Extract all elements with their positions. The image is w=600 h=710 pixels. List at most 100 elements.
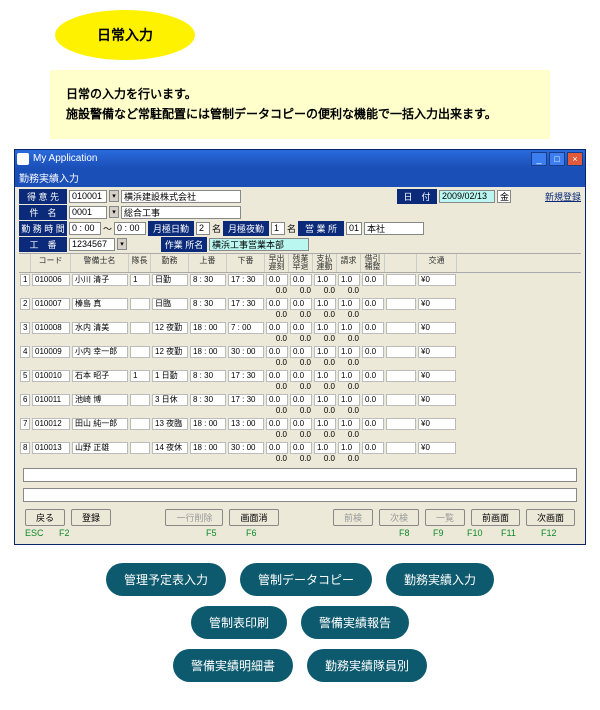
seikyu-cell[interactable]: 1.0 <box>338 370 360 382</box>
kinmu-cell[interactable]: 3 日休 <box>152 394 188 406</box>
taicho-cell[interactable]: 1 <box>130 274 150 286</box>
maximize-button[interactable]: □ <box>549 152 565 166</box>
new-register-link[interactable]: 新規登録 <box>545 190 581 203</box>
zangyo-cell[interactable]: 0.0 <box>290 274 312 286</box>
pill-kansei-copy[interactable]: 管制データコピー <box>240 563 372 596</box>
hayade-cell[interactable]: 0.0 <box>266 346 288 358</box>
code-cell[interactable]: 010009 <box>32 346 70 358</box>
ukehiki-cell[interactable]: 0.0 <box>362 298 384 310</box>
fld-koban[interactable]: 1234567 <box>69 238 115 251</box>
koutsu-cell[interactable]: ¥0 <box>418 394 456 406</box>
pill-keibi-meisai[interactable]: 警備実績明細書 <box>173 649 293 682</box>
zangyo-cell[interactable]: 0.0 <box>290 418 312 430</box>
code-cell[interactable]: 010012 <box>32 418 70 430</box>
ge-cell[interactable]: 13 : 00 <box>228 418 264 430</box>
ukehiki-cell[interactable]: 0.0 <box>362 370 384 382</box>
ge-cell[interactable]: 17 : 30 <box>228 370 264 382</box>
blank-cell[interactable] <box>386 418 416 430</box>
koutsu-cell[interactable]: ¥0 <box>418 370 456 382</box>
ukehiki-cell[interactable]: 0.0 <box>362 418 384 430</box>
list-button[interactable]: 一覧 <box>425 509 465 526</box>
hayade-cell[interactable]: 0.0 <box>266 442 288 454</box>
koutsu-cell[interactable]: ¥0 <box>418 346 456 358</box>
blank-cell[interactable] <box>386 394 416 406</box>
memo-input-1[interactable] <box>23 468 577 482</box>
code-cell[interactable]: 010006 <box>32 274 70 286</box>
shiharai-cell[interactable]: 1.0 <box>314 298 336 310</box>
taicho-cell[interactable] <box>130 418 150 430</box>
shiharai-cell[interactable]: 1.0 <box>314 322 336 334</box>
ukehiki-cell[interactable]: 0.0 <box>362 394 384 406</box>
name-cell[interactable]: 田山 純一郎 <box>72 418 128 430</box>
fld-date[interactable]: 2009/02/13 <box>439 190 495 203</box>
ukehiki-cell[interactable]: 0.0 <box>362 274 384 286</box>
shiharai-cell[interactable]: 1.0 <box>314 370 336 382</box>
jo-cell[interactable]: 8 : 30 <box>190 394 226 406</box>
fld-kenmei-code[interactable]: 0001 <box>69 206 107 219</box>
zangyo-cell[interactable]: 0.0 <box>290 442 312 454</box>
jo-cell[interactable]: 18 : 00 <box>190 418 226 430</box>
delete-row-button[interactable]: 一行削除 <box>165 509 223 526</box>
pill-kansei-print[interactable]: 管制表印刷 <box>191 606 287 639</box>
pill-kinmu-jisseki[interactable]: 勤務実績入力 <box>386 563 494 596</box>
taicho-cell[interactable] <box>130 346 150 358</box>
kinmu-cell[interactable]: 14 夜休 <box>152 442 188 454</box>
seikyu-cell[interactable]: 1.0 <box>338 298 360 310</box>
zangyo-cell[interactable]: 0.0 <box>290 394 312 406</box>
next-screen-button[interactable]: 次画面 <box>526 509 575 526</box>
ge-cell[interactable]: 17 : 30 <box>228 298 264 310</box>
kinmu-cell[interactable]: 日勤 <box>152 274 188 286</box>
name-cell[interactable]: 小川 清子 <box>72 274 128 286</box>
ukehiki-cell[interactable]: 0.0 <box>362 442 384 454</box>
taicho-cell[interactable] <box>130 298 150 310</box>
pill-kanri-yotei[interactable]: 管理予定表入力 <box>106 563 226 596</box>
minimize-button[interactable]: _ <box>531 152 547 166</box>
taicho-cell[interactable] <box>130 442 150 454</box>
memo-input-2[interactable] <box>23 488 577 502</box>
seikyu-cell[interactable]: 1.0 <box>338 322 360 334</box>
name-cell[interactable]: 山野 正雄 <box>72 442 128 454</box>
seikyu-cell[interactable]: 1.0 <box>338 346 360 358</box>
shiharai-cell[interactable]: 1.0 <box>314 274 336 286</box>
seikyu-cell[interactable]: 1.0 <box>338 274 360 286</box>
seikyu-cell[interactable]: 1.0 <box>338 442 360 454</box>
prev-screen-button[interactable]: 前画面 <box>471 509 520 526</box>
fld-eigyosho-name[interactable]: 本社 <box>364 222 424 235</box>
zangyo-cell[interactable]: 0.0 <box>290 298 312 310</box>
jo-cell[interactable]: 8 : 30 <box>190 370 226 382</box>
fld-time-to[interactable]: 0 : 00 <box>114 222 146 235</box>
taicho-cell[interactable]: 1 <box>130 370 150 382</box>
code-cell[interactable]: 010013 <box>32 442 70 454</box>
koutsu-cell[interactable]: ¥0 <box>418 322 456 334</box>
titlebar[interactable]: My Application _ □ × <box>15 150 585 168</box>
blank-cell[interactable] <box>386 298 416 310</box>
name-cell[interactable]: 水内 清美 <box>72 322 128 334</box>
name-cell[interactable]: 榛島 真 <box>72 298 128 310</box>
shiharai-cell[interactable]: 1.0 <box>314 394 336 406</box>
jo-cell[interactable]: 18 : 00 <box>190 346 226 358</box>
code-cell[interactable]: 010007 <box>32 298 70 310</box>
ge-cell[interactable]: 17 : 30 <box>228 274 264 286</box>
jo-cell[interactable]: 8 : 30 <box>190 298 226 310</box>
ge-cell[interactable]: 30 : 00 <box>228 346 264 358</box>
koutsu-cell[interactable]: ¥0 <box>418 418 456 430</box>
blank-cell[interactable] <box>386 442 416 454</box>
ukehiki-cell[interactable]: 0.0 <box>362 322 384 334</box>
pill-keibi-jisseki-houkoku[interactable]: 警備実績報告 <box>301 606 409 639</box>
fld-time-from[interactable]: 0 : 00 <box>69 222 101 235</box>
hayade-cell[interactable]: 0.0 <box>266 370 288 382</box>
pill-kinmu-taiinbetsu[interactable]: 勤務実績隊員別 <box>307 649 427 682</box>
code-cell[interactable]: 010010 <box>32 370 70 382</box>
ukehiki-cell[interactable]: 0.0 <box>362 346 384 358</box>
hayade-cell[interactable]: 0.0 <box>266 322 288 334</box>
fld-tokuisaki-code[interactable]: 010001 <box>69 190 107 203</box>
ge-cell[interactable]: 30 : 00 <box>228 442 264 454</box>
fld-sakyosho-name[interactable]: 横浜工事営業本部 <box>209 238 309 251</box>
fld-yakin-count[interactable]: 1 <box>271 222 285 235</box>
register-button[interactable]: 登録 <box>71 509 111 526</box>
back-button[interactable]: 戻る <box>25 509 65 526</box>
fld-kenmei-name[interactable]: 総合工事 <box>121 206 241 219</box>
fld-nikkin-count[interactable]: 2 <box>196 222 210 235</box>
prev-rec-button[interactable]: 前検 <box>333 509 373 526</box>
kinmu-cell[interactable]: 12 夜勤 <box>152 346 188 358</box>
